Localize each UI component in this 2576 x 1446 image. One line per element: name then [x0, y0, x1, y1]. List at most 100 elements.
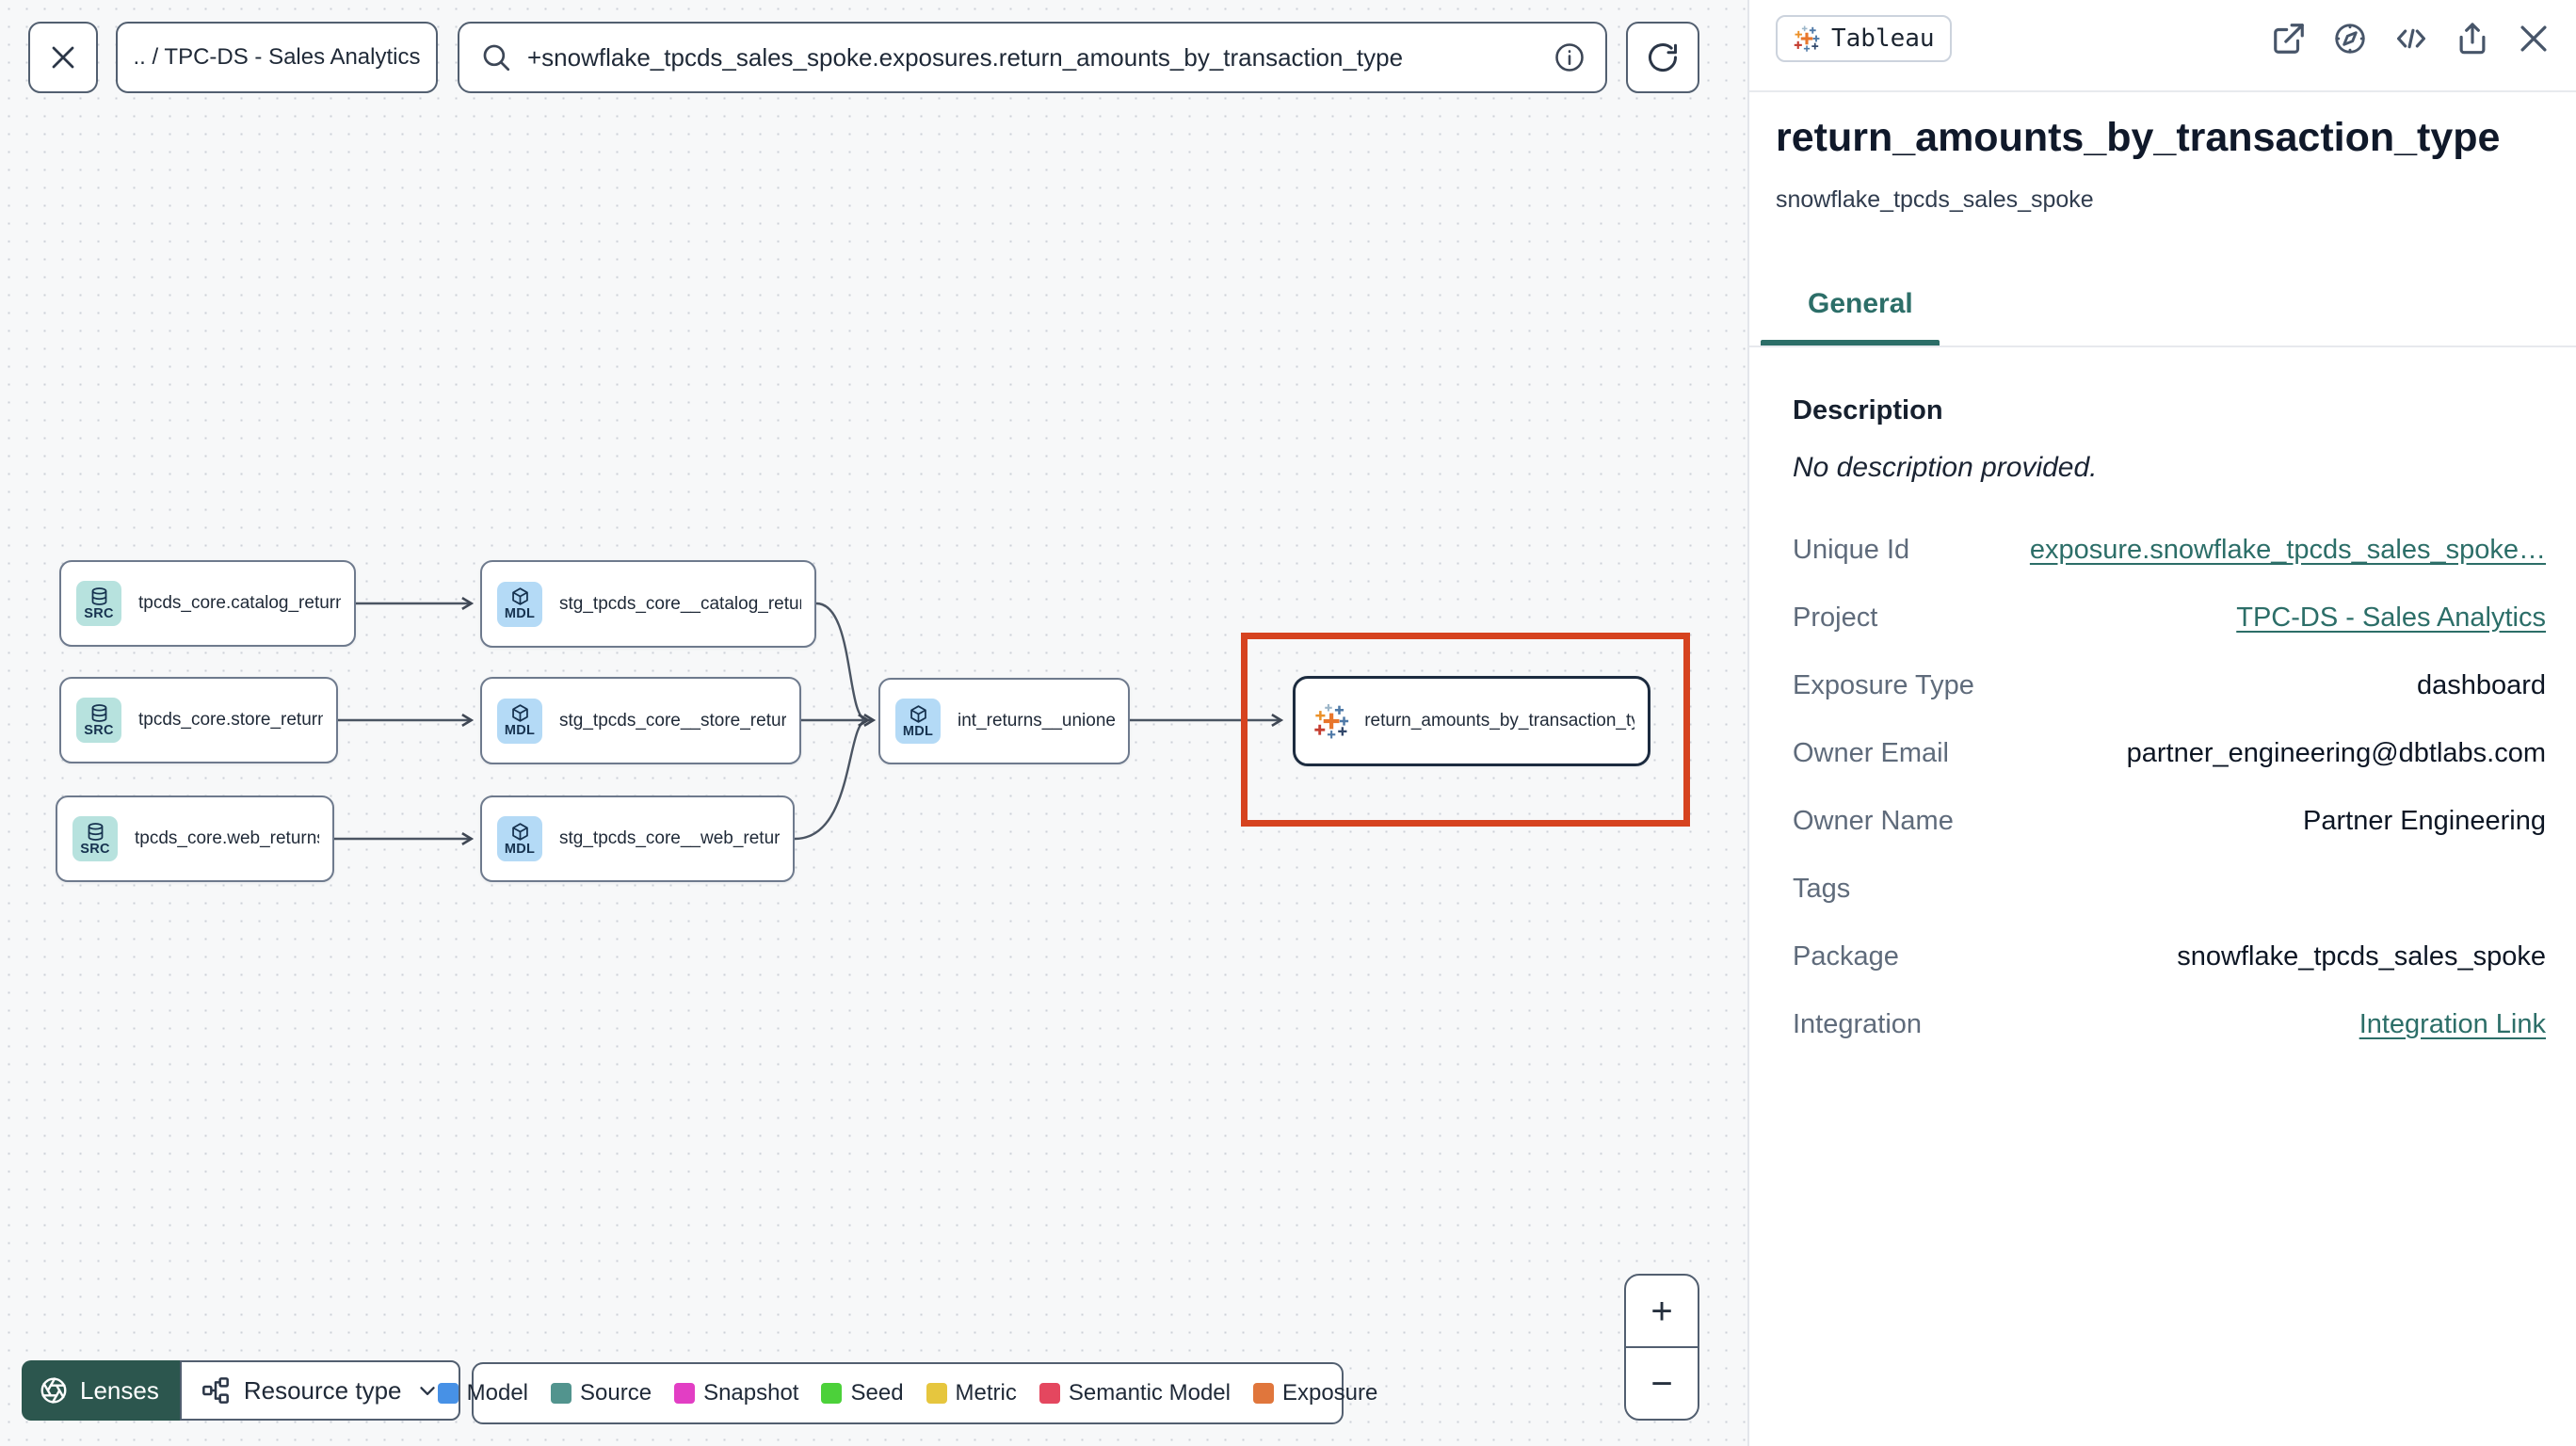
cube-icon: [511, 587, 528, 605]
canvas-zoom-control: + −: [1624, 1274, 1699, 1421]
tableau-badge: Tableau: [1776, 15, 1952, 62]
legend-item-metric: Metric: [926, 1380, 1017, 1406]
metric-swatch: [926, 1383, 947, 1404]
model-kind-badge: MDL: [497, 698, 542, 744]
project-link[interactable]: TPC-DS - Sales Analytics: [2236, 602, 2546, 634]
cube-icon: [511, 823, 528, 841]
resource-type-icon: [201, 1377, 229, 1404]
lens-controls: Lenses Resource type: [22, 1360, 460, 1421]
exposure-type-value: dashboard: [2416, 669, 2546, 700]
share-button[interactable]: [2455, 21, 2490, 56]
field-row-unique-id: Unique Id exposure.snowflake_tpcds_sales…: [1793, 534, 2546, 566]
search-icon: [483, 44, 510, 72]
resource-type-legend: Model Source Snapshot Seed Metric Semant…: [437, 1362, 1377, 1424]
compass-icon: [2335, 24, 2365, 54]
breadcrumb[interactable]: .. / TPC-DS - Sales Analytics: [116, 22, 438, 93]
description-value: No description provided.: [1793, 452, 2098, 483]
panel-header-divider: [1749, 90, 2576, 92]
database-icon: [88, 822, 103, 841]
field-row-tags: Tags: [1793, 873, 1851, 904]
field-row-integration: Integration Integration Link: [1793, 1008, 2546, 1040]
cube-icon: [511, 704, 528, 722]
legend-item-semantic-model: Semantic Model: [1038, 1380, 1231, 1406]
explore-docs-button[interactable]: [2332, 21, 2368, 56]
semantic-model-swatch: [1038, 1383, 1060, 1404]
package-value: snowflake_tpcds_sales_spoke: [2177, 940, 2546, 972]
details-fields: Unique Id exposure.snowflake_tpcds_sales…: [1793, 516, 2546, 1058]
lineage-search-bar[interactable]: [458, 22, 1607, 93]
external-link-icon: [2274, 24, 2304, 54]
database-icon: [91, 703, 106, 722]
node-label: tpcds_core.store_returns: [138, 710, 323, 730]
cube-icon: [910, 705, 926, 723]
info-icon[interactable]: [1553, 40, 1586, 74]
graph-node-source-store-returns[interactable]: SRC tpcds_core.store_returns: [59, 677, 338, 763]
model-kind-badge: MDL: [497, 816, 542, 861]
lenses-label: Lenses: [80, 1375, 159, 1405]
lineage-canvas[interactable]: SRC tpcds_core.catalog_returns SRC tpcds…: [0, 0, 1747, 1446]
graph-node-stg-catalog-returns[interactable]: MDL stg_tpcds_core__catalog_returns: [480, 560, 816, 648]
close-panel-button[interactable]: [2516, 21, 2552, 56]
chevron-down-icon: [419, 1387, 435, 1395]
tab-general[interactable]: General: [1808, 288, 1913, 320]
dbt-explorer-lineage-view: SRC tpcds_core.catalog_returns SRC tpcds…: [0, 0, 2576, 1446]
aperture-icon: [40, 1377, 67, 1404]
graph-node-int-returns-unioned[interactable]: MDL int_returns__unioned: [878, 678, 1130, 764]
graph-node-stg-store-returns[interactable]: MDL stg_tpcds_core__store_returns: [480, 677, 801, 764]
graph-node-exposure-return-amounts[interactable]: return_amounts_by_transaction_type: [1293, 676, 1650, 766]
integration-link[interactable]: Integration Link: [2359, 1009, 2546, 1040]
legend-item-source: Source: [551, 1380, 652, 1406]
lenses-button[interactable]: Lenses: [22, 1360, 180, 1421]
node-label: stg_tpcds_core__web_returns: [559, 828, 780, 848]
snapshot-swatch: [674, 1383, 696, 1404]
close-icon: [52, 46, 74, 69]
view-code-button[interactable]: [2393, 21, 2429, 56]
node-label: tpcds_core.web_returns: [135, 828, 319, 848]
resource-title: return_amounts_by_transaction_type: [1776, 115, 2501, 160]
tabs-bottom-border: [1749, 345, 2576, 347]
model-kind-badge: MDL: [497, 581, 542, 627]
legend-item-snapshot: Snapshot: [674, 1380, 798, 1406]
code-icon: [2396, 28, 2426, 49]
node-label: return_amounts_by_transaction_type: [1364, 711, 1634, 731]
graph-node-source-web-returns[interactable]: SRC tpcds_core.web_returns: [56, 795, 334, 882]
source-swatch: [551, 1383, 572, 1404]
node-label: int_returns__unioned: [958, 711, 1115, 731]
close-lineage-button[interactable]: [28, 22, 98, 93]
refresh-lineage-button[interactable]: [1626, 22, 1699, 93]
unique-id-link[interactable]: exposure.snowflake_tpcds_sales_spoke…: [2030, 535, 2546, 566]
exposure-swatch: [1252, 1383, 1274, 1404]
model-swatch: [437, 1383, 459, 1404]
tableau-badge-label: Tableau: [1831, 24, 1935, 53]
legend-item-seed: Seed: [821, 1380, 904, 1406]
field-row-project: Project TPC-DS - Sales Analytics: [1793, 602, 2546, 634]
field-row-package: Package snowflake_tpcds_sales_spoke: [1793, 940, 2546, 972]
open-external-link-button[interactable]: [2271, 21, 2307, 56]
node-label: stg_tpcds_core__store_returns: [559, 710, 786, 731]
owner-email-value: partner_engineering@dbtlabs.com: [2126, 737, 2546, 768]
node-label: stg_tpcds_core__catalog_returns: [559, 593, 801, 614]
resource-details-panel: Tableau return_amounts_by_transaction_ty…: [1747, 0, 2576, 1446]
search-input[interactable]: [527, 42, 1538, 72]
field-row-owner-name: Owner Name Partner Engineering: [1793, 805, 2546, 836]
graph-node-source-catalog-returns[interactable]: SRC tpcds_core.catalog_returns: [59, 560, 356, 647]
description-label: Description: [1793, 395, 1943, 426]
resource-package-subtitle: snowflake_tpcds_sales_spoke: [1776, 186, 2094, 213]
seed-swatch: [821, 1383, 843, 1404]
zoom-out-button[interactable]: −: [1626, 1348, 1698, 1419]
source-kind-badge: SRC: [72, 816, 118, 861]
tableau-logo-icon: [1794, 25, 1820, 52]
source-kind-badge: SRC: [76, 581, 121, 626]
resource-type-dropdown[interactable]: Resource type: [179, 1360, 460, 1421]
close-icon: [2520, 25, 2547, 52]
source-kind-badge: SRC: [76, 698, 121, 743]
breadcrumb-label: .. / TPC-DS - Sales Analytics: [133, 44, 421, 70]
zoom-in-button[interactable]: +: [1626, 1276, 1698, 1346]
owner-name-value: Partner Engineering: [2303, 805, 2546, 836]
graph-node-stg-web-returns[interactable]: MDL stg_tpcds_core__web_returns: [480, 795, 795, 882]
resource-type-label: Resource type: [243, 1375, 402, 1405]
tableau-logo-icon: [1314, 703, 1349, 739]
field-row-owner-email: Owner Email partner_engineering@dbtlabs.…: [1793, 737, 2546, 768]
field-row-exposure-type: Exposure Type dashboard: [1793, 669, 2546, 700]
database-icon: [91, 586, 106, 605]
